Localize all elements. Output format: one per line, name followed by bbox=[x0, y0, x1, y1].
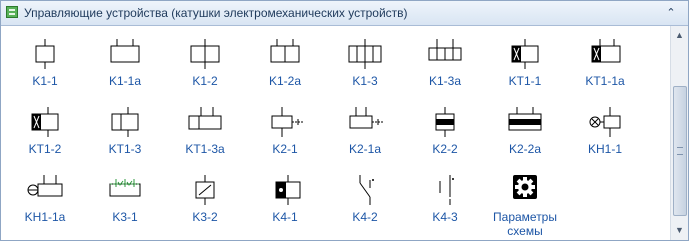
item-label: K4-2 bbox=[352, 210, 378, 224]
palette-item-k1-2a[interactable]: K1-2a bbox=[245, 34, 325, 104]
palette-item-schema-parameters[interactable]: Параметры схемы bbox=[485, 170, 565, 240]
palette-item-k2-1a[interactable]: K2-1a bbox=[325, 102, 405, 172]
coil-circle-wide-icon bbox=[27, 175, 63, 197]
coil-double-icon bbox=[190, 39, 220, 69]
symbol-palette: K1-1 K1-1a K1-2 K1-2a K1-3 K1-3a KT1-1 K… bbox=[1, 26, 670, 240]
palette-item-kt1-3a[interactable]: KT1-3a bbox=[165, 102, 245, 172]
item-label: K1-2a bbox=[268, 74, 302, 88]
item-label: KT1-2 bbox=[28, 142, 62, 156]
item-label: K1-1a bbox=[108, 74, 142, 88]
coil-green-icon bbox=[109, 179, 141, 197]
coil-circle-icon bbox=[589, 107, 621, 137]
gear-icon bbox=[513, 175, 537, 199]
item-label: KT1-3 bbox=[108, 142, 142, 156]
palette-item-k1-3a[interactable]: K1-3a bbox=[405, 34, 485, 104]
palette-item-k2-2[interactable]: K2-2 bbox=[405, 102, 485, 172]
scroll-up-icon[interactable]: ▲ bbox=[673, 29, 686, 42]
palette-item-kh1-1[interactable]: KH1-1 bbox=[565, 102, 645, 172]
timer-coil-3-icon bbox=[111, 107, 139, 137]
item-label: K4-1 bbox=[272, 210, 298, 224]
palette-item-k4-2[interactable]: K4-2 bbox=[325, 170, 405, 240]
window-titlebar: Управляющие устройства (катушки электром… bbox=[1, 1, 688, 26]
item-label: K3-2 bbox=[192, 210, 218, 224]
coil-bar-wide-icon bbox=[508, 107, 542, 131]
coil-wide-icon bbox=[110, 39, 140, 63]
timer-coil-3a-icon bbox=[188, 107, 222, 130]
palette-item-kt1-2[interactable]: KT1-2 bbox=[5, 102, 85, 172]
palette-item-kt1-1[interactable]: KT1-1 bbox=[485, 34, 565, 104]
grip-icon bbox=[677, 147, 683, 155]
timer-coil-wide-icon bbox=[591, 39, 621, 63]
item-label: Параметры схемы bbox=[493, 210, 557, 238]
coil-black-icon bbox=[275, 175, 301, 205]
coil-slash-icon bbox=[195, 175, 215, 205]
palette-item-k3-1[interactable]: K3-1 bbox=[85, 170, 165, 240]
switch-2-icon bbox=[439, 175, 454, 205]
palette-item-k1-3[interactable]: K1-3 bbox=[325, 34, 405, 104]
coil-arrow-wide-icon bbox=[349, 107, 384, 129]
palette-item-k2-2a[interactable]: K2-2a bbox=[485, 102, 565, 172]
item-label: KH1-1a bbox=[24, 210, 66, 224]
palette-item-k3-2[interactable]: K3-2 bbox=[165, 170, 245, 240]
palette-item-k1-1[interactable]: K1-1 bbox=[5, 34, 85, 104]
coil-triple-icon bbox=[348, 39, 382, 69]
item-label: K2-2a bbox=[508, 142, 542, 156]
item-label: KH1-1 bbox=[587, 142, 622, 156]
timer-coil-2-icon bbox=[31, 107, 59, 137]
item-label: K3-1 bbox=[112, 210, 138, 224]
switch-1-icon bbox=[359, 175, 374, 205]
coil-icon bbox=[35, 39, 55, 69]
palette-item-k2-1[interactable]: K2-1 bbox=[245, 102, 325, 172]
timer-coil-icon bbox=[511, 39, 539, 69]
coil-double-wide-icon bbox=[270, 39, 300, 63]
scrollbar-thumb[interactable] bbox=[673, 86, 687, 216]
palette-item-k1-1a[interactable]: K1-1a bbox=[85, 34, 165, 104]
item-label: K4-3 bbox=[432, 210, 458, 224]
item-label: K2-2 bbox=[432, 142, 458, 156]
item-label: K1-3 bbox=[352, 74, 378, 88]
grid-icon bbox=[6, 6, 18, 18]
palette-item-k4-3[interactable]: K4-3 bbox=[405, 170, 485, 240]
window-title: Управляющие устройства (катушки электром… bbox=[24, 6, 408, 20]
item-label: K2-1 bbox=[272, 142, 298, 156]
item-label: KT1-1 bbox=[508, 74, 542, 88]
item-label: KT1-1a bbox=[585, 74, 625, 88]
palette-window: Управляющие устройства (катушки электром… bbox=[0, 0, 689, 241]
palette-item-k4-1[interactable]: K4-1 bbox=[245, 170, 325, 240]
palette-item-kh1-1a[interactable]: KH1-1a bbox=[5, 170, 85, 240]
coil-arrow-icon bbox=[271, 107, 304, 137]
item-label: KT1-3a bbox=[185, 142, 225, 156]
palette-item-kt1-3[interactable]: KT1-3 bbox=[85, 102, 165, 172]
scroll-down-icon[interactable]: ▼ bbox=[673, 224, 686, 237]
item-label: K2-1a bbox=[348, 142, 382, 156]
item-label: K1-1 bbox=[32, 74, 58, 88]
vertical-scrollbar[interactable]: ▲ ▼ bbox=[670, 26, 688, 240]
palette-item-k1-2[interactable]: K1-2 bbox=[165, 34, 245, 104]
chevron-up-icon[interactable]: ⌃ bbox=[664, 6, 678, 20]
coil-triple-wide-icon bbox=[428, 39, 462, 61]
item-label: K1-2 bbox=[192, 74, 218, 88]
palette-item-kt1-1a[interactable]: KT1-1a bbox=[565, 34, 645, 104]
item-label: K1-3a bbox=[428, 74, 462, 88]
coil-bar-icon bbox=[435, 107, 455, 137]
